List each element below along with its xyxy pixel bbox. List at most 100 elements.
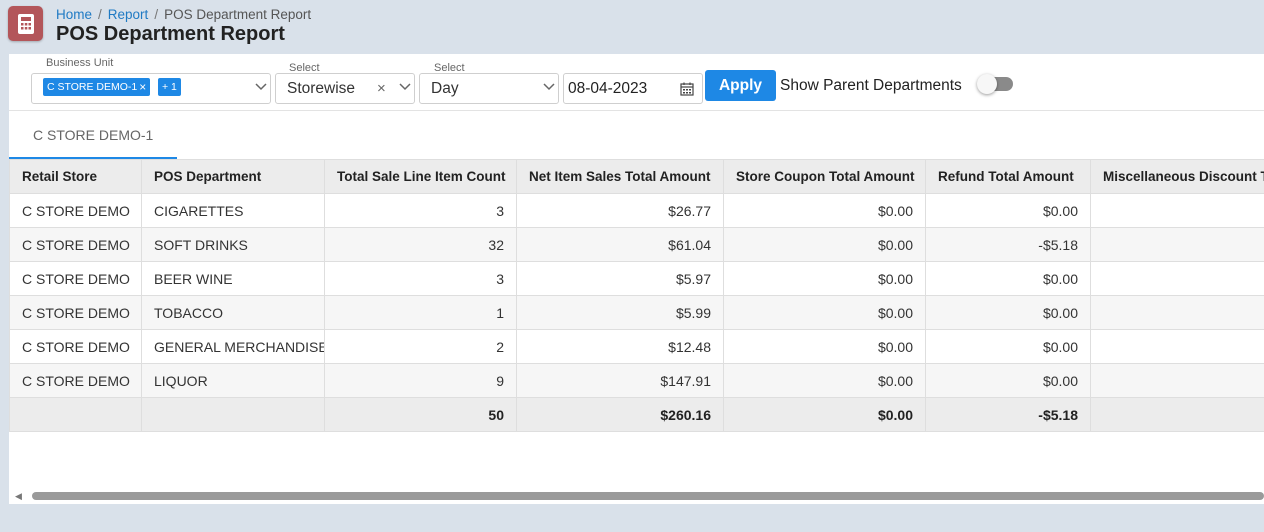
report-panel: Business Unit C STORE DEMO-1 × + 1 Selec… — [9, 54, 1264, 504]
breadcrumb: Home / Report / POS Department Report — [56, 7, 311, 22]
table-cell: C STORE DEMO — [9, 329, 142, 364]
table-cell: $0.00 — [723, 363, 926, 398]
apply-button[interactable]: Apply — [705, 70, 776, 101]
table-cell: C STORE DEMO — [9, 193, 142, 228]
app-report-icon — [8, 6, 43, 41]
chevron-down-icon[interactable] — [543, 82, 555, 94]
table-cell: LIQUOR — [141, 363, 325, 398]
filter-divider — [9, 110, 1264, 111]
table-cell: 2 — [324, 329, 517, 364]
table-cell: SOFT DRINKS — [141, 227, 325, 262]
totals-cell: $260.16 — [516, 397, 724, 432]
totals-cell — [1090, 397, 1264, 432]
table-cell: $0.00 — [723, 261, 926, 296]
column-header[interactable]: Refund Total Amount — [925, 159, 1091, 194]
business-unit-label: Business Unit — [46, 57, 114, 69]
table-cell — [1090, 329, 1264, 364]
breadcrumb-report-link[interactable]: Report — [108, 7, 149, 22]
breadcrumb-current: POS Department Report — [164, 7, 312, 22]
show-parent-departments-toggle[interactable] — [977, 74, 1013, 94]
scroll-left-arrow-icon[interactable]: ◀ — [15, 491, 22, 502]
totals-row: 50 $260.16 $0.00 -$5.18 — [9, 397, 1264, 432]
clear-icon[interactable]: × — [377, 80, 386, 97]
table-row: C STORE DEMO TOBACCO 1 $5.99 $0.00 $0.00 — [9, 295, 1264, 330]
table-cell: 3 — [324, 193, 517, 228]
show-parent-departments-label: Show Parent Departments — [780, 77, 962, 94]
table-cell: $26.77 — [516, 193, 724, 228]
column-header[interactable]: Total Sale Line Item Count — [324, 159, 517, 194]
calendar-icon[interactable] — [680, 82, 694, 101]
chevron-down-icon[interactable] — [399, 82, 411, 94]
tab-store-label: C STORE DEMO-1 — [33, 127, 154, 143]
table-header-row: Retail Store POS Department Total Sale L… — [9, 159, 1264, 194]
table-cell: $0.00 — [925, 295, 1091, 330]
table-row: C STORE DEMO SOFT DRINKS 32 $61.04 $0.00… — [9, 227, 1264, 262]
column-header[interactable]: Net Item Sales Total Amount — [516, 159, 724, 194]
table-cell: $0.00 — [723, 295, 926, 330]
table-row: C STORE DEMO LIQUOR 9 $147.91 $0.00 $0.0… — [9, 363, 1264, 398]
remove-chip-icon[interactable]: × — [139, 80, 146, 94]
breadcrumb-separator: / — [98, 7, 102, 22]
table-cell: $147.91 — [516, 363, 724, 398]
table-cell: $0.00 — [925, 261, 1091, 296]
table-cell: GENERAL MERCHANDISE — [141, 329, 325, 364]
report-table: Retail Store POS Department Total Sale L… — [9, 159, 1264, 432]
table-cell: $61.04 — [516, 227, 724, 262]
table-cell: 32 — [324, 227, 517, 262]
table-row: C STORE DEMO BEER WINE 3 $5.97 $0.00 $0.… — [9, 261, 1264, 296]
chevron-down-icon[interactable] — [255, 82, 267, 94]
period-select-value: Day — [431, 80, 459, 97]
horizontal-scrollbar[interactable]: ◀ — [9, 488, 1264, 504]
column-header[interactable]: POS Department — [141, 159, 325, 194]
table-cell: 1 — [324, 295, 517, 330]
period-select[interactable]: Day — [419, 73, 559, 104]
table-row: C STORE DEMO CIGARETTES 3 $26.77 $0.00 $… — [9, 193, 1264, 228]
table-cell — [1090, 363, 1264, 398]
totals-cell: $0.00 — [723, 397, 926, 432]
table-cell: $5.99 — [516, 295, 724, 330]
table-cell: $0.00 — [925, 193, 1091, 228]
grouping-select[interactable]: Storewise × — [275, 73, 415, 104]
breadcrumb-home-link[interactable]: Home — [56, 7, 92, 22]
business-unit-select[interactable]: C STORE DEMO-1 × + 1 — [31, 73, 271, 104]
table-cell: 3 — [324, 261, 517, 296]
scrollbar-thumb[interactable] — [32, 492, 1264, 500]
business-unit-chip-label: C STORE DEMO-1 — [47, 81, 138, 93]
toggle-knob — [977, 74, 997, 94]
column-header[interactable]: Miscellaneous Discount Total Amount — [1090, 159, 1264, 194]
table-cell: $0.00 — [925, 329, 1091, 364]
table-cell — [1090, 261, 1264, 296]
breadcrumb-separator: / — [154, 7, 159, 22]
table-cell — [1090, 295, 1264, 330]
table-cell: BEER WINE — [141, 261, 325, 296]
totals-cell — [9, 397, 142, 432]
table-cell — [1090, 227, 1264, 262]
more-selected-chip[interactable]: + 1 — [158, 78, 181, 96]
table-cell: 9 — [324, 363, 517, 398]
column-header[interactable]: Retail Store — [9, 159, 142, 194]
table-cell: $0.00 — [723, 193, 926, 228]
table-cell: $0.00 — [925, 363, 1091, 398]
table-cell: C STORE DEMO — [9, 295, 142, 330]
totals-cell: 50 — [324, 397, 517, 432]
table-cell: $0.00 — [723, 329, 926, 364]
grouping-select-value: Storewise — [287, 80, 356, 97]
table-cell: C STORE DEMO — [9, 227, 142, 262]
table-cell: C STORE DEMO — [9, 363, 142, 398]
business-unit-chip: C STORE DEMO-1 × — [43, 78, 151, 96]
table-cell: C STORE DEMO — [9, 261, 142, 296]
totals-cell — [141, 397, 325, 432]
date-input[interactable]: 08-04-2023 — [563, 73, 703, 104]
table-cell — [1090, 193, 1264, 228]
tab-store[interactable]: C STORE DEMO-1 — [9, 112, 177, 159]
table-row: C STORE DEMO GENERAL MERCHANDISE 2 $12.4… — [9, 329, 1264, 364]
table-cell: -$5.18 — [925, 227, 1091, 262]
totals-cell: -$5.18 — [925, 397, 1091, 432]
date-value: 08-04-2023 — [568, 80, 648, 97]
table-cell: CIGARETTES — [141, 193, 325, 228]
page-title: POS Department Report — [56, 23, 285, 45]
table-cell: $0.00 — [723, 227, 926, 262]
table-cell: $5.97 — [516, 261, 724, 296]
table-cell: TOBACCO — [141, 295, 325, 330]
column-header[interactable]: Store Coupon Total Amount — [723, 159, 926, 194]
